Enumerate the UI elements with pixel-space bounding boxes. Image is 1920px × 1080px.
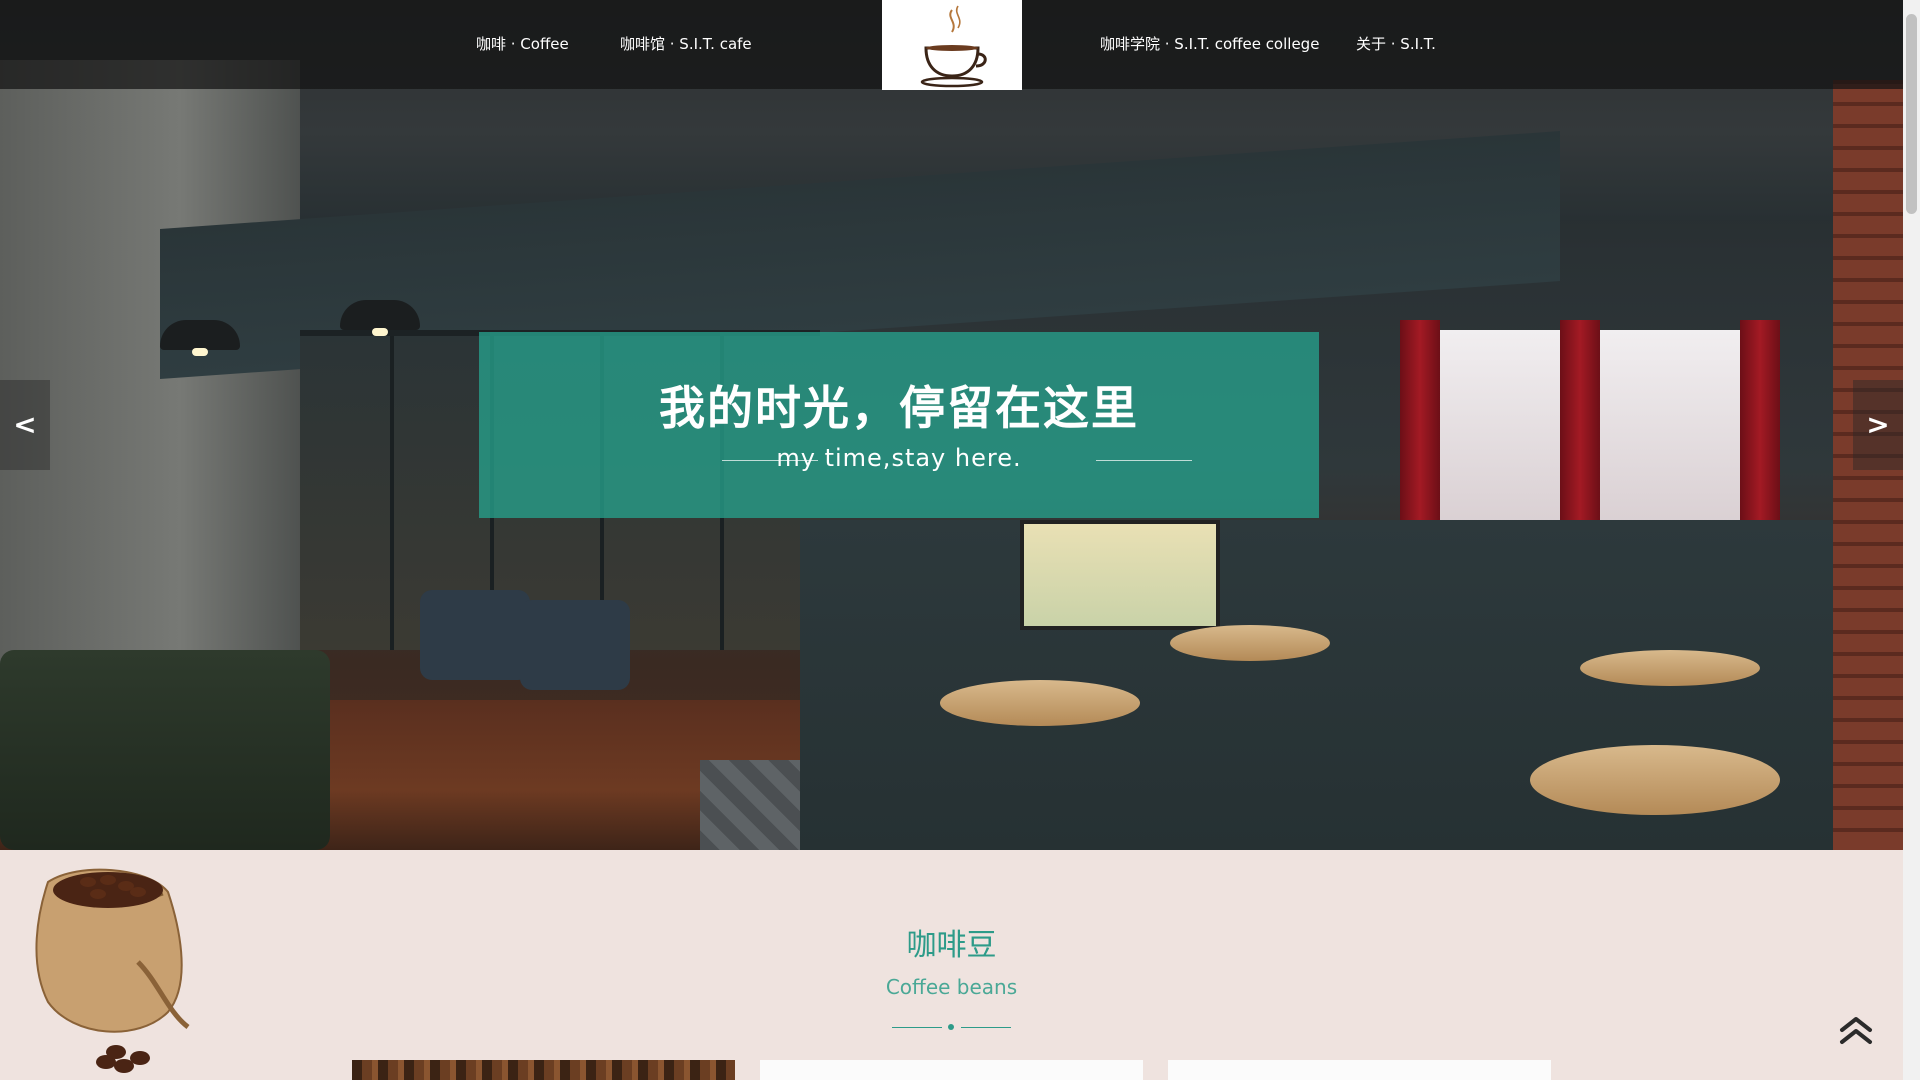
hero-caption: 我的时光，停留在这里 my time,stay here. (479, 332, 1319, 518)
pendant-lamp-decor (340, 300, 420, 336)
armchair-decor (520, 600, 630, 690)
window-decor (1600, 330, 1760, 530)
top-navigation-bar: 咖啡 · Coffee 咖啡馆 · S.I.T. cafe 咖啡学院 · S.I… (0, 0, 1903, 90)
curtain-decor (1740, 320, 1780, 520)
nav-link-college[interactable]: 咖啡学院 · S.I.T. coffee college (1100, 33, 1319, 54)
section-divider-dot (948, 1024, 954, 1030)
round-table-decor (1170, 625, 1330, 661)
carousel-next-button[interactable]: > (1853, 380, 1903, 470)
caption-divider-right (1096, 460, 1192, 461)
sofa-decor (0, 650, 330, 850)
nav-link-cafe[interactable]: 咖啡馆 · S.I.T. cafe (620, 33, 752, 54)
nav-link-about[interactable]: 关于 · S.I.T. (1356, 33, 1436, 54)
curtain-decor (1400, 320, 1440, 520)
product-card[interactable] (760, 1060, 1143, 1080)
armchair-decor (420, 590, 530, 680)
section-divider-left (892, 1027, 942, 1028)
curtain-decor (1560, 320, 1600, 520)
nav-link-coffee[interactable]: 咖啡 · Coffee (476, 33, 569, 54)
hero-title: 我的时光，停留在这里 (659, 381, 1139, 435)
double-chevron-up-icon (1840, 1017, 1872, 1044)
round-table-decor (940, 680, 1140, 726)
pendant-lamp-decor (160, 320, 240, 356)
coffee-cup-logo-icon (920, 5, 987, 88)
scrollbar-thumb[interactable] (1906, 14, 1917, 214)
back-to-top-button[interactable] (1838, 1016, 1874, 1046)
section-divider-right (961, 1027, 1011, 1028)
drinks-fridge-decor (1020, 520, 1220, 630)
carousel-prev-button[interactable]: < (0, 380, 50, 470)
coffee-bean-sack-icon (18, 852, 198, 1080)
round-table-decor (1530, 745, 1780, 815)
logo[interactable] (882, 0, 1022, 90)
round-table-decor (1580, 650, 1760, 686)
hero-subtitle: my time,stay here. (776, 444, 1022, 472)
window-decor (1420, 330, 1580, 530)
product-card[interactable] (1168, 1060, 1551, 1080)
section-subtitle: Coffee beans (885, 975, 1018, 999)
section-title: 咖啡豆 (906, 928, 997, 963)
product-card-beans[interactable] (352, 1060, 735, 1080)
